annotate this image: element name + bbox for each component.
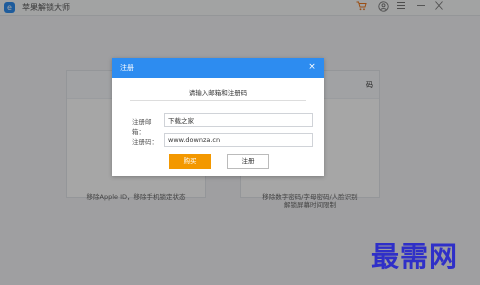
dialog-close-icon[interactable]: × [307,61,317,73]
register-dialog: 注册 × 请输入邮箱和注册码 注册邮箱： 注册码： 购买 注册 [112,58,324,176]
dialog-header: 注册 × [112,58,324,78]
register-button[interactable]: 注册 [227,154,269,169]
dialog-prompt: 请输入邮箱和注册码 [188,89,248,97]
divider [130,100,306,101]
app-window: e 苹果解锁大师 移除Apple ID，移除手机锁定状态 码 移除数字密码/字母… [0,0,480,285]
dialog-title: 注册 [120,64,134,72]
email-field[interactable] [164,113,313,127]
email-row: 注册邮箱： [132,113,313,136]
buy-button[interactable]: 购买 [169,154,211,169]
code-label: 注册码： [132,138,158,146]
registration-code-field[interactable] [164,133,313,147]
code-row: 注册码： [132,133,313,147]
watermark-logo: 最需网 [371,240,459,273]
